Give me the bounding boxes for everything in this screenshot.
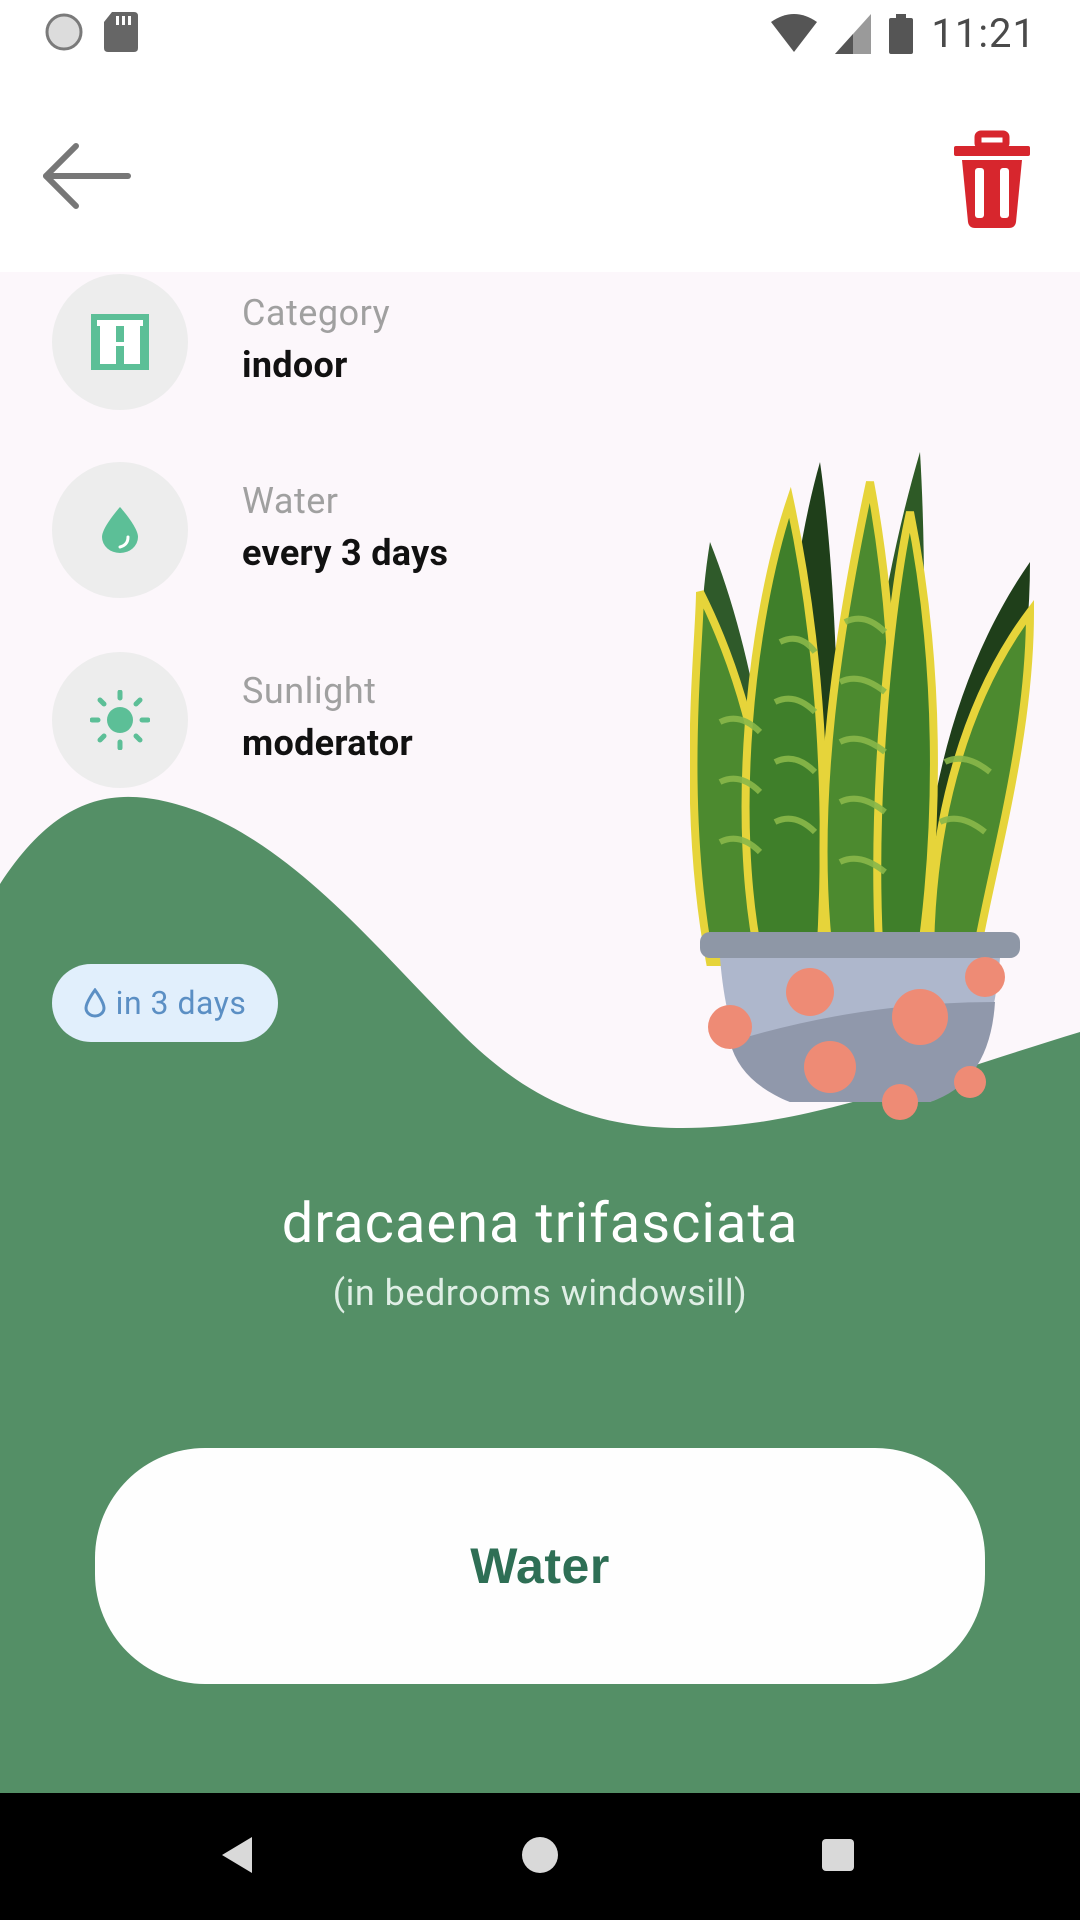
plant-name: dracaena trifasciata [281, 1190, 799, 1256]
badge-text: in 3 days [115, 984, 247, 1022]
status-right: 11:21 [771, 10, 1036, 57]
info-label: Sunlight [242, 670, 377, 712]
navigation-bar [0, 1793, 1080, 1920]
delete-button[interactable] [952, 122, 1032, 232]
info-icon-circle [52, 274, 188, 410]
plant-detail-content: Category indoor Water every 3 days Sunli… [0, 272, 1080, 1793]
next-watering-badge: in 3 days [52, 964, 278, 1042]
info-label: Water [242, 480, 339, 522]
sd-card-icon [104, 12, 138, 52]
info-value: moderator [242, 722, 413, 764]
status-bar: 11:21 [0, 0, 1080, 72]
status-left [44, 12, 138, 52]
window-icon [91, 314, 149, 370]
wifi-icon [771, 13, 818, 52]
back-button[interactable] [38, 128, 138, 228]
info-item-water: Water every 3 days [52, 462, 672, 602]
info-value: every 3 days [242, 532, 449, 574]
sun-icon [90, 690, 150, 750]
info-item-category: Category indoor [52, 274, 672, 414]
info-item-sunlight: Sunlight moderator [52, 652, 672, 792]
info-label: Category [242, 292, 391, 334]
info-icon-circle [52, 462, 188, 598]
info-icon-circle [52, 652, 188, 788]
water-button-label: Water [470, 1538, 610, 1594]
info-value: indoor [242, 344, 348, 386]
signal-icon [835, 13, 872, 54]
water-button[interactable]: Water [95, 1448, 985, 1684]
plant-location: (in bedrooms windowsill) [332, 1272, 748, 1314]
arrow-left-icon [43, 143, 131, 209]
nav-home-icon[interactable] [522, 1837, 558, 1873]
battery-icon [889, 13, 914, 54]
app-bar [0, 72, 1080, 272]
droplet-outline-icon [84, 988, 106, 1018]
nav-back-icon[interactable] [220, 1835, 254, 1875]
sync-icon [45, 13, 83, 51]
status-time: 11:21 [931, 10, 1036, 57]
plant-illustration [690, 452, 1035, 1120]
nav-recent-apps-icon[interactable] [822, 1839, 854, 1871]
droplet-icon [102, 507, 138, 553]
trash-icon [954, 130, 1030, 228]
